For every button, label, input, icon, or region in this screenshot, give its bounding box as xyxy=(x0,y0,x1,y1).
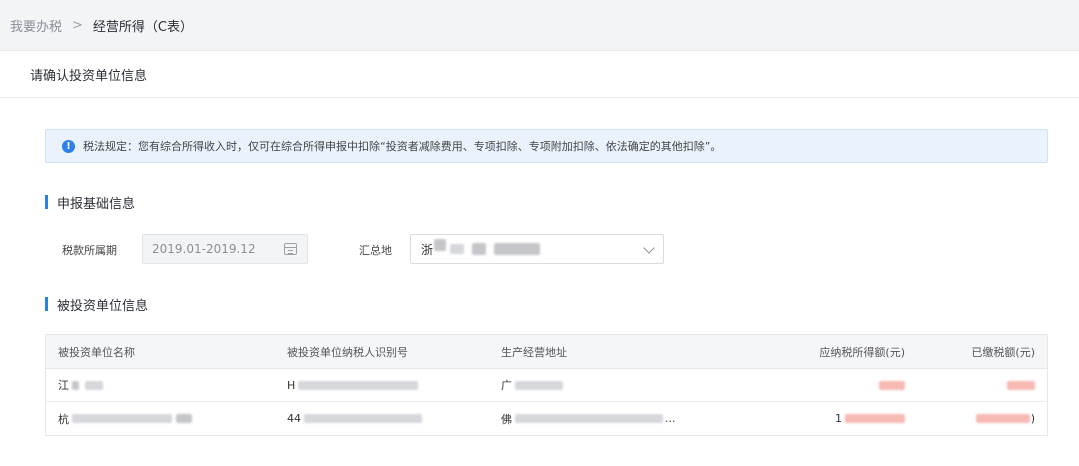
location-redacted xyxy=(434,239,447,251)
period-label: 税款所属期 xyxy=(62,244,117,257)
cell-taxable-income xyxy=(742,369,909,401)
tax-id-prefix: 44 xyxy=(287,412,301,425)
card-title: 请确认投资单位信息 xyxy=(0,52,1079,98)
header-paid-tax: 已缴税额(元) xyxy=(971,345,1035,359)
name-prefix: 江 xyxy=(58,379,69,392)
paid-suffix: ) xyxy=(1030,412,1035,425)
redacted-amount xyxy=(879,380,905,390)
redacted-text xyxy=(304,414,422,423)
cell-address: 广 xyxy=(489,369,742,401)
table-row[interactable]: 杭 44 佛 ... 1 ) xyxy=(46,402,1047,435)
cell-taxable-income: 1 xyxy=(742,402,909,435)
header-taxable-income: 应纳税所得额(元) xyxy=(819,345,905,359)
cell-paid-tax: ) xyxy=(909,402,1047,435)
redacted-text xyxy=(515,414,663,423)
redacted-text xyxy=(85,380,103,390)
redacted-text xyxy=(72,414,172,423)
location-value-prefix: 浙 xyxy=(421,242,434,257)
redacted-text xyxy=(72,380,79,390)
table-header: 被投资单位名称 被投资单位纳税人识别号 生产经营地址 应纳税所得额(元) 已缴税… xyxy=(46,335,1047,369)
breadcrumb-current: 经营所得（C表） xyxy=(92,19,193,35)
breadcrumb-separator: > xyxy=(72,17,83,33)
address-ellipsis: ... xyxy=(665,412,676,425)
chevron-down-icon[interactable] xyxy=(643,242,655,254)
investee-table: 被投资单位名称 被投资单位纳税人识别号 生产经营地址 应纳税所得额(元) 已缴税… xyxy=(45,334,1048,436)
cell-tax-id: H xyxy=(275,369,489,401)
location-label: 汇总地 xyxy=(359,244,392,257)
location-redacted xyxy=(472,243,487,255)
header-address: 生产经营地址 xyxy=(501,345,567,359)
period-value: 2019.01-2019.12 xyxy=(152,242,256,256)
period-field: 2019.01-2019.12 xyxy=(142,234,308,264)
redacted-amount xyxy=(975,414,1030,423)
location-redacted xyxy=(450,244,465,254)
investee-title-text: 被投资单位信息 xyxy=(57,298,149,314)
cell-tax-id: 44 xyxy=(275,402,489,435)
table-row[interactable]: 江 H 广 xyxy=(46,369,1047,402)
section-accent-bar xyxy=(45,297,48,311)
redacted-amount xyxy=(845,414,905,423)
cell-name: 江 xyxy=(46,369,275,401)
location-redacted xyxy=(494,243,541,255)
location-select[interactable]: 浙 xyxy=(410,234,664,264)
tax-id-prefix: H xyxy=(287,378,296,392)
header-name: 被投资单位名称 xyxy=(58,345,135,359)
info-icon: ! xyxy=(62,139,75,153)
basic-info-section-title: 申报基础信息 xyxy=(45,194,136,212)
notice-banner: ! 税法规定：您有综合所得收入时，仅可在综合所得申报中扣除“投资者减除费用、专项… xyxy=(45,129,1048,163)
basic-info-title-text: 申报基础信息 xyxy=(57,196,136,212)
header-tax-id: 被投资单位纳税人识别号 xyxy=(287,345,408,359)
redacted-amount xyxy=(1007,380,1035,390)
name-prefix: 杭 xyxy=(58,412,69,426)
calendar-icon xyxy=(284,243,297,255)
address-prefix: 广 xyxy=(501,379,512,392)
address-prefix: 佛 xyxy=(501,412,512,426)
taxable-prefix: 1 xyxy=(835,412,842,425)
breadcrumb: 我要办税 > 经营所得（C表） xyxy=(0,0,1079,51)
cell-name: 杭 xyxy=(46,402,275,435)
section-accent-bar xyxy=(45,195,48,209)
investee-section-title: 被投资单位信息 xyxy=(45,296,149,314)
breadcrumb-root-link[interactable]: 我要办税 xyxy=(10,16,62,35)
redacted-text xyxy=(298,380,419,390)
redacted-text xyxy=(176,414,192,423)
cell-paid-tax xyxy=(909,369,1047,401)
notice-text: 税法规定：您有综合所得收入时，仅可在综合所得申报中扣除“投资者减除费用、专项扣除… xyxy=(83,140,722,153)
redacted-text xyxy=(515,380,563,390)
cell-address: 佛 ... xyxy=(489,402,742,435)
